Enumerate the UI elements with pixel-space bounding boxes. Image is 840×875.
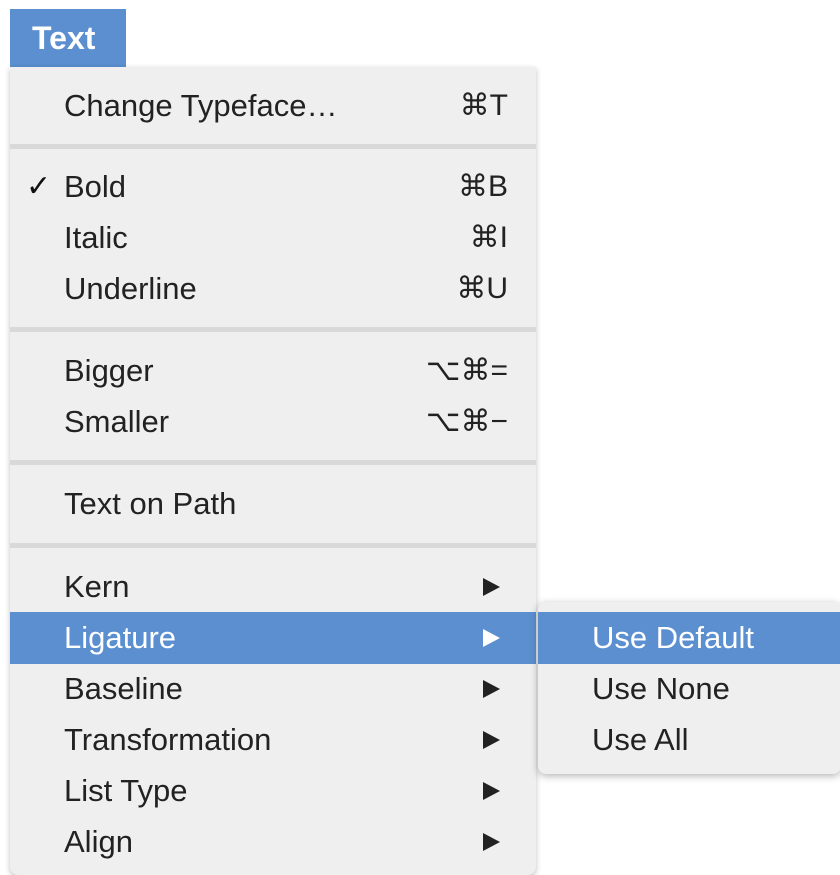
menu-separator bbox=[10, 144, 536, 149]
menu-item-text-on-path[interactable]: Text on Path bbox=[10, 478, 536, 530]
checkmark-icon: ✓ bbox=[26, 170, 52, 203]
menu-item-label: Bigger bbox=[64, 353, 154, 388]
menu-item-ligature[interactable]: Ligature bbox=[10, 612, 536, 664]
submenu-arrow-icon bbox=[483, 782, 500, 800]
menu-item-baseline[interactable]: Baseline bbox=[10, 663, 536, 715]
menu-item-label: Ligature bbox=[64, 620, 177, 655]
submenu-item-use-none[interactable]: Use None bbox=[538, 663, 840, 715]
submenu-arrow-icon bbox=[483, 680, 500, 698]
menu-item-label: Bold bbox=[64, 169, 127, 204]
menu-item-align[interactable]: Align bbox=[10, 816, 536, 868]
submenu-arrow-icon bbox=[483, 731, 500, 749]
menu-item-label: Smaller bbox=[64, 404, 170, 439]
submenu-arrow-icon bbox=[483, 629, 500, 647]
menu-item-change-typeface[interactable]: Change Typeface… ⌘T bbox=[10, 80, 536, 132]
menu-item-kern[interactable]: Kern bbox=[10, 561, 536, 613]
menu-item-transformation[interactable]: Transformation bbox=[10, 714, 536, 766]
menu-item-bold[interactable]: ✓ Bold ⌘B bbox=[10, 161, 536, 213]
submenu-item-label: Use None bbox=[592, 671, 730, 706]
menu-item-label: Text on Path bbox=[64, 486, 237, 521]
menu-item-label: Underline bbox=[64, 271, 197, 306]
menu-item-label: Baseline bbox=[64, 671, 183, 706]
menu-item-label: Change Typeface… bbox=[64, 88, 338, 123]
menu-item-bigger[interactable]: Bigger ⌥⌘= bbox=[10, 345, 536, 397]
submenu-item-label: Use All bbox=[592, 722, 689, 757]
menu-item-smaller[interactable]: Smaller ⌥⌘− bbox=[10, 396, 536, 448]
menu-separator bbox=[10, 543, 536, 548]
text-menu: Change Typeface… ⌘T ✓ Bold ⌘B Italic ⌘I … bbox=[10, 67, 536, 875]
submenu-item-use-all[interactable]: Use All bbox=[538, 714, 840, 766]
menu-separator bbox=[10, 460, 536, 465]
shortcut-label: ⌥⌘= bbox=[425, 354, 508, 387]
menu-item-italic[interactable]: Italic ⌘I bbox=[10, 212, 536, 264]
menu-item-label: List Type bbox=[64, 773, 188, 808]
menu-item-label: Italic bbox=[64, 220, 128, 255]
menu-item-label: Align bbox=[64, 824, 133, 859]
shortcut-label: ⌥⌘− bbox=[425, 405, 508, 438]
shortcut-label: ⌘T bbox=[459, 89, 508, 122]
menu-item-label: Kern bbox=[64, 569, 130, 604]
menu-item-underline[interactable]: Underline ⌘U bbox=[10, 263, 536, 315]
submenu-item-label: Use Default bbox=[592, 620, 754, 655]
shortcut-label: ⌘U bbox=[456, 272, 508, 305]
shortcut-label: ⌘B bbox=[457, 170, 508, 203]
menu-title-text[interactable]: Text bbox=[10, 9, 126, 67]
submenu-item-use-default[interactable]: Use Default bbox=[538, 612, 840, 664]
shortcut-label: ⌘I bbox=[469, 221, 508, 254]
menu-item-list-type[interactable]: List Type bbox=[10, 765, 536, 817]
menu-item-label: Transformation bbox=[64, 722, 272, 757]
submenu-arrow-icon bbox=[483, 833, 500, 851]
ligature-submenu: Use Default Use None Use All bbox=[538, 602, 840, 774]
menu-separator bbox=[10, 327, 536, 332]
submenu-arrow-icon bbox=[483, 578, 500, 596]
